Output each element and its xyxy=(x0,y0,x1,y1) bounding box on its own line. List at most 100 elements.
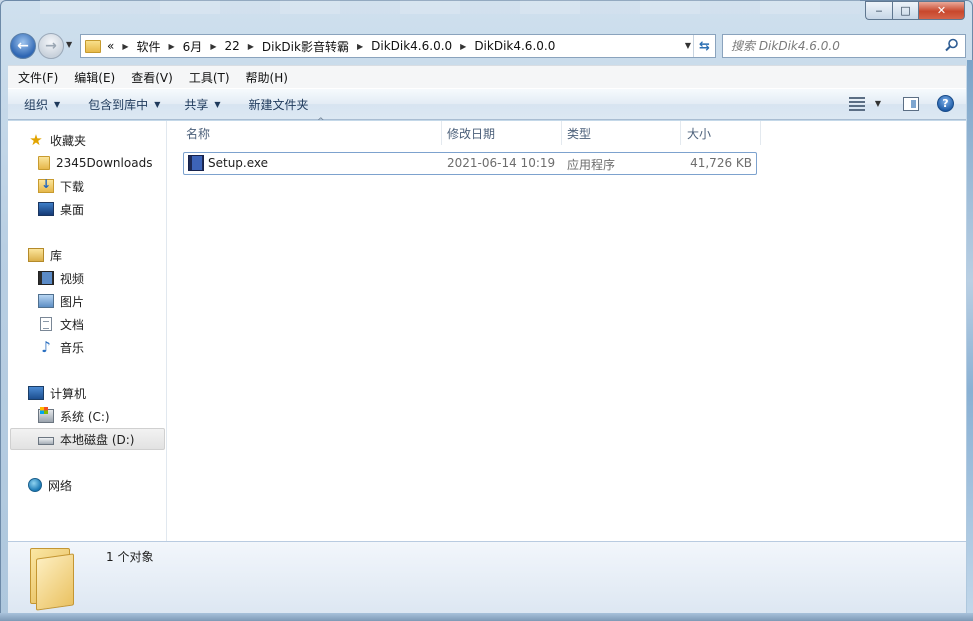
sidebar-item-label: 系统 (C:) xyxy=(60,409,110,424)
recent-pages-dropdown-icon[interactable]: ▼ xyxy=(66,40,72,49)
sidebar-item-documents[interactable]: 文档 xyxy=(8,313,166,335)
file-modified: 2021-06-14 10:19 xyxy=(447,156,556,170)
navigation-pane[interactable]: ★ 收藏夹 2345Downloads 下载 桌面 库 视频 图片 xyxy=(8,121,167,541)
file-name: Setup.exe xyxy=(208,156,269,170)
breadcrumb-item[interactable]: 22 xyxy=(224,39,239,53)
include-in-library-button[interactable]: 包含到库中 ▼ xyxy=(78,96,170,113)
chevron-right-icon[interactable]: ▶ xyxy=(248,42,254,51)
hard-drive-icon xyxy=(38,437,54,445)
column-header-label: 名称 xyxy=(186,126,211,141)
chevron-right-icon[interactable]: ▶ xyxy=(357,42,363,51)
sidebar-item-label: 文档 xyxy=(60,317,85,332)
forward-button[interactable]: → xyxy=(38,33,64,59)
search-box[interactable] xyxy=(722,34,966,58)
caption-buttons: ‒ □ ✕ xyxy=(865,1,965,20)
chevron-right-icon[interactable]: ▶ xyxy=(169,42,175,51)
refresh-icon: ⇆ xyxy=(699,38,710,54)
column-header-type[interactable]: 类型 xyxy=(561,121,681,145)
sidebar-item-label: 收藏夹 xyxy=(50,133,87,148)
sidebar-item-label: 音乐 xyxy=(60,340,85,355)
chevron-down-icon: ▼ xyxy=(54,99,61,109)
sidebar-item-pictures[interactable]: 图片 xyxy=(8,290,166,312)
file-list[interactable]: 名称 ^ 修改日期 类型 大小 Setup.exe 2021-06-14 10:… xyxy=(168,117,966,541)
minimize-button[interactable]: ‒ xyxy=(865,1,892,20)
sidebar-item-computer[interactable]: 计算机 xyxy=(8,382,166,404)
close-button[interactable]: ✕ xyxy=(918,1,965,20)
back-arrow-icon: ← xyxy=(17,38,29,54)
new-folder-label: 新建文件夹 xyxy=(248,97,309,112)
address-row: ← → ▼ « ▶ 软件 ▶ 6月 ▶ 22 ▶ DikDik影音转霸 ▶ Di… xyxy=(8,32,966,60)
sort-ascending-icon: ^ xyxy=(317,117,325,127)
sidebar-item-label: 桌面 xyxy=(60,202,85,217)
details-view-icon xyxy=(848,96,865,111)
sidebar-item-drive-d[interactable]: 本地磁盘 (D:) xyxy=(10,428,165,450)
column-header-name[interactable]: 名称 ^ xyxy=(180,117,442,145)
title-bar-background xyxy=(40,0,860,14)
share-button[interactable]: 共享 ▼ xyxy=(174,96,230,113)
sidebar-item-2345downloads[interactable]: 2345Downloads xyxy=(8,152,166,174)
column-header-size[interactable]: 大小 xyxy=(681,121,761,145)
search-input[interactable] xyxy=(731,39,941,53)
chevron-right-icon[interactable]: ▶ xyxy=(460,42,466,51)
sidebar-item-drive-c[interactable]: 系统 (C:) xyxy=(8,405,166,427)
file-type: 应用程序 xyxy=(567,158,616,172)
sidebar-item-music[interactable]: ♪ 音乐 xyxy=(8,336,166,358)
video-icon xyxy=(38,271,54,285)
breadcrumb-item[interactable]: DikDik4.6.0.0 xyxy=(371,39,452,53)
menu-bar: 文件(F) 编辑(E) 查看(V) 工具(T) 帮助(H) xyxy=(8,65,966,88)
details-pane: 1 个对象 xyxy=(8,541,966,613)
sidebar-item-libraries[interactable]: 库 xyxy=(8,244,166,266)
network-icon xyxy=(28,478,42,492)
forward-arrow-icon: → xyxy=(45,38,57,54)
organize-button[interactable]: 组织 ▼ xyxy=(14,96,70,113)
refresh-button[interactable]: ⇆ xyxy=(693,35,715,57)
new-folder-button[interactable]: 新建文件夹 xyxy=(239,96,319,113)
sidebar-item-network[interactable]: 网络 xyxy=(8,474,166,496)
file-size: 41,726 KB xyxy=(690,156,752,170)
title-bar[interactable]: ‒ □ ✕ xyxy=(0,0,973,30)
menu-tools[interactable]: 工具(T) xyxy=(181,69,238,86)
sidebar-item-desktop[interactable]: 桌面 xyxy=(8,198,166,220)
taskbar-edge xyxy=(0,613,973,621)
change-view-button[interactable]: ▼ xyxy=(848,96,881,111)
address-bar[interactable]: « ▶ 软件 ▶ 6月 ▶ 22 ▶ DikDik影音转霸 ▶ DikDik4.… xyxy=(80,34,716,58)
content-area: ★ 收藏夹 2345Downloads 下载 桌面 库 视频 图片 xyxy=(8,117,966,541)
breadcrumb: « ▶ 软件 ▶ 6月 ▶ 22 ▶ DikDik影音转霸 ▶ DikDik4.… xyxy=(107,38,555,55)
chevron-right-icon[interactable]: ▶ xyxy=(122,42,128,51)
breadcrumb-item[interactable]: DikDik影音转霸 xyxy=(262,38,349,55)
downloads-icon xyxy=(38,177,54,193)
maximize-button[interactable]: □ xyxy=(892,1,918,20)
sidebar-item-label: 2345Downloads xyxy=(56,156,153,170)
menu-help[interactable]: 帮助(H) xyxy=(238,69,296,86)
system-drive-icon xyxy=(38,407,54,423)
sidebar-item-favorites[interactable]: ★ 收藏夹 xyxy=(8,129,166,151)
sidebar-item-downloads[interactable]: 下载 xyxy=(8,175,166,197)
table-row[interactable]: Setup.exe 2021-06-14 10:19 应用程序 41,726 K… xyxy=(183,152,757,175)
menu-view[interactable]: 查看(V) xyxy=(123,69,181,86)
window-border xyxy=(967,60,973,613)
sidebar-item-videos[interactable]: 视频 xyxy=(8,267,166,289)
chevron-right-icon[interactable]: ▶ xyxy=(210,42,216,51)
chevron-down-icon: ▼ xyxy=(214,99,221,109)
folder-icon xyxy=(38,156,50,170)
menu-file[interactable]: 文件(F) xyxy=(10,69,66,86)
help-icon[interactable]: ? xyxy=(937,95,954,112)
back-button[interactable]: ← xyxy=(10,33,36,59)
address-history-dropdown-icon[interactable]: ▼ xyxy=(685,41,691,50)
column-header-label: 类型 xyxy=(567,126,592,141)
breadcrumb-overflow[interactable]: « xyxy=(107,39,114,53)
item-count: 1 个对象 xyxy=(106,550,154,564)
column-header-modified[interactable]: 修改日期 xyxy=(441,121,562,145)
chevron-down-icon: ▼ xyxy=(154,99,161,109)
view-controls: ▼ ? xyxy=(848,95,954,112)
search-icon[interactable] xyxy=(945,38,959,52)
breadcrumb-item[interactable]: 6月 xyxy=(183,38,203,55)
organize-label: 组织 xyxy=(24,97,49,112)
menu-edit[interactable]: 编辑(E) xyxy=(66,69,123,86)
share-label: 共享 xyxy=(184,97,209,112)
include-in-library-label: 包含到库中 xyxy=(88,97,149,112)
breadcrumb-item[interactable]: DikDik4.6.0.0 xyxy=(474,39,555,53)
breadcrumb-item[interactable]: 软件 xyxy=(137,38,161,55)
command-bar: 组织 ▼ 包含到库中 ▼ 共享 ▼ 新建文件夹 ▼ ? xyxy=(8,88,966,120)
preview-pane-icon[interactable] xyxy=(903,96,919,111)
